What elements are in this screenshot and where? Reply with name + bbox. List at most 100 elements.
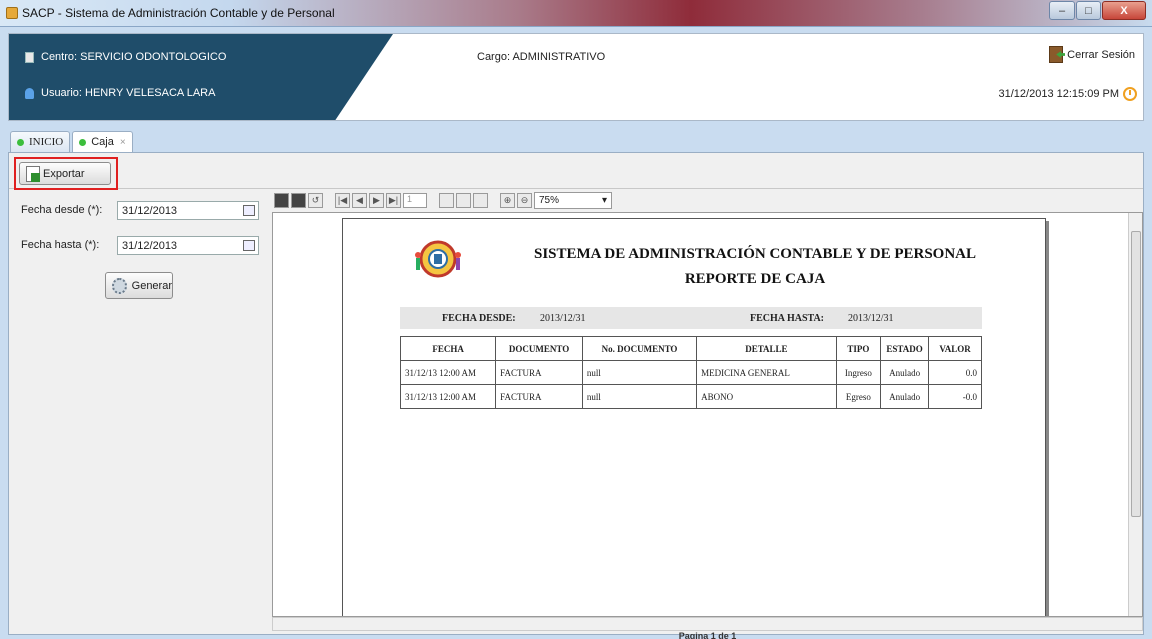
actual-size-icon[interactable] [439, 192, 454, 208]
horizontal-scrollbar[interactable] [272, 617, 1143, 631]
cell-estado: Anulado [880, 360, 930, 385]
last-page-icon[interactable]: ▶| [386, 192, 401, 208]
fecha-hasta-label: Fecha hasta (*): [21, 239, 100, 251]
centro-info: Centro: SERVICIO ODONTOLOGICO [25, 51, 226, 63]
tab-status-dot-icon [17, 138, 24, 146]
window-title: SACP - Sistema de Administración Contabl… [22, 6, 335, 20]
print-icon[interactable] [291, 192, 306, 208]
calendar-icon[interactable] [243, 205, 255, 216]
range-hasta-value: 2013/12/31 [848, 313, 894, 324]
tab-caja[interactable]: Caja × [72, 131, 133, 152]
header-banner [9, 34, 393, 120]
app-header: Centro: SERVICIO ODONTOLOGICO Usuario: H… [8, 33, 1144, 121]
refresh-icon[interactable]: ↺ [308, 192, 323, 208]
cargo-label: Cargo: ADMINISTRATIVO [477, 51, 606, 63]
col-header: TIPO [835, 336, 882, 361]
tab-inicio[interactable]: INICIO [10, 131, 71, 152]
cerrar-sesion-button[interactable]: Cerrar Sesión [1049, 46, 1135, 63]
tab-close-icon[interactable]: × [120, 137, 126, 148]
excel-icon [26, 165, 40, 182]
usuario-info: Usuario: HENRY VELESACA LARA [25, 87, 215, 99]
range-desde-value: 2013/12/31 [540, 313, 586, 324]
cell-estado: Anulado [880, 384, 930, 409]
fecha-desde-field[interactable]: 31/12/2013 [117, 201, 259, 220]
report-title: SISTEMA DE ADMINISTRACIÓN CONTABLE Y DE … [533, 246, 977, 262]
tab-status-dot-icon [79, 138, 87, 146]
gear-icon [112, 277, 127, 294]
tab-label: INICIO [29, 136, 64, 148]
col-header: No. DOCUMENTO [581, 336, 698, 361]
caja-panel: Exportar Fecha desde (*): 31/12/2013 Fec… [8, 152, 1144, 639]
cell-detalle: ABONO [696, 384, 837, 409]
window-titlebar[interactable]: SACP - Sistema de Administración Contabl… [0, 0, 1152, 27]
table-row: 31/12/13 12:00 AM FACTURA null ABONO Egr… [399, 384, 982, 409]
cell-fecha: 31/12/13 12:00 AM [399, 360, 497, 385]
generar-button[interactable]: Generar [105, 272, 173, 299]
building-icon [25, 51, 34, 63]
col-header: DOCUMENTO [495, 336, 583, 361]
export-button[interactable]: Exportar [19, 162, 111, 185]
report-canvas[interactable]: SISTEMA DE ADMINISTRACIÓN CONTABLE Y DE … [272, 212, 1143, 617]
range-desde-label: FECHA DESDE: [442, 313, 516, 324]
usuario-label: Usuario: HENRY VELESACA LARA [41, 87, 216, 99]
report-subtitle: REPORTE DE CAJA [684, 271, 826, 287]
fecha-hasta-value: 31/12/2013 [122, 239, 178, 252]
caja-report-table: FECHA DOCUMENTO No. DOCUMENTO DETALLE TI… [399, 336, 982, 409]
export-label: Exportar [43, 167, 85, 180]
maximize-button[interactable]: □ [1076, 1, 1101, 20]
next-page-icon[interactable]: ▶ [369, 192, 384, 208]
cell-detalle: MEDICINA GENERAL [696, 360, 837, 385]
cell-fecha: 31/12/13 12:00 AM [399, 384, 497, 409]
cell-no-documento: null [581, 360, 698, 385]
zoom-select[interactable]: 75% ▾ [534, 191, 612, 209]
panel-toolbar: Exportar [9, 153, 1143, 190]
cerrar-sesion-label: Cerrar Sesión [1067, 48, 1135, 61]
centro-label: Centro: SERVICIO ODONTOLOGICO [41, 51, 227, 63]
cell-valor: 0.0 [928, 360, 982, 385]
report-page: SISTEMA DE ADMINISTRACIÓN CONTABLE Y DE … [342, 218, 1046, 616]
cell-tipo: Ingreso [835, 360, 882, 385]
close-button[interactable]: X [1102, 1, 1146, 20]
viewer-toolbar: ↺ |◀ ◀ ▶ ▶| 1 ⊕ ⊖ 75% ▾ [272, 189, 1143, 211]
col-header: DETALLE [696, 336, 837, 361]
clock-icon [1123, 87, 1137, 101]
window-controls: – □ X [1048, 1, 1146, 20]
fit-width-icon[interactable] [473, 192, 488, 208]
prev-page-icon[interactable]: ◀ [352, 192, 367, 208]
table-row: 31/12/13 12:00 AM FACTURA null MEDICINA … [399, 360, 982, 385]
first-page-icon[interactable]: |◀ [335, 192, 350, 208]
date-range-bar: FECHA DESDE: 2013/12/31 FECHA HASTA: 201… [400, 307, 982, 329]
save-icon[interactable] [274, 192, 289, 208]
page-number-input[interactable]: 1 [403, 192, 427, 208]
fit-page-icon[interactable] [456, 192, 471, 208]
cell-no-documento: null [581, 384, 698, 409]
datetime-label: 31/12/2013 12:15:09 PM [998, 88, 1119, 100]
range-hasta-label: FECHA HASTA: [750, 313, 824, 324]
app-icon [6, 7, 18, 19]
fecha-desde-label: Fecha desde (*): [21, 204, 103, 216]
generar-label: Generar [131, 279, 172, 292]
cell-documento: FACTURA [495, 360, 583, 385]
vertical-scrollbar[interactable] [1128, 213, 1142, 616]
datetime-display: 31/12/2013 12:15:09 PM [999, 87, 1137, 101]
chevron-down-icon: ▾ [601, 194, 607, 206]
minimize-button[interactable]: – [1049, 1, 1075, 20]
cell-documento: FACTURA [495, 384, 583, 409]
report-viewer: ↺ |◀ ◀ ▶ ▶| 1 ⊕ ⊖ 75% ▾ SISTEMA DE ADMIN… [272, 189, 1143, 639]
tab-strip: INICIO Caja × [10, 131, 135, 152]
calendar-icon[interactable] [243, 240, 255, 251]
table-header-row: FECHA DOCUMENTO No. DOCUMENTO DETALLE TI… [399, 336, 982, 361]
col-header: VALOR [928, 336, 982, 361]
cell-valor: -0.0 [928, 384, 982, 409]
page-status: Pagina 1 de 1 [678, 631, 737, 639]
cell-tipo: Egreso [835, 384, 882, 409]
user-icon [25, 87, 34, 99]
fecha-desde-value: 31/12/2013 [122, 204, 178, 217]
col-header: ESTADO [880, 336, 930, 361]
scrollbar-thumb[interactable] [1131, 231, 1141, 517]
zoom-in-icon[interactable]: ⊕ [500, 192, 515, 208]
tab-label: Caja [91, 136, 114, 148]
fecha-hasta-field[interactable]: 31/12/2013 [117, 236, 259, 255]
zoom-out-icon[interactable]: ⊖ [517, 192, 532, 208]
zoom-value: 75% [539, 194, 560, 206]
